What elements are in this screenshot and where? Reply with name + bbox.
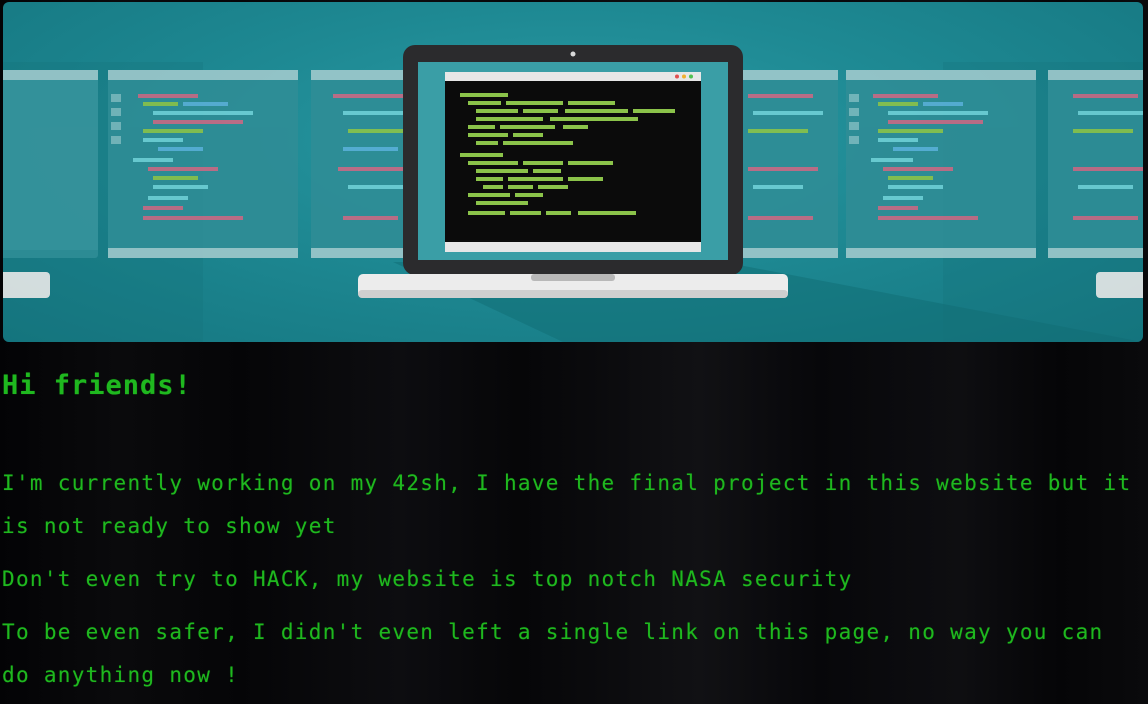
hero-banner: [3, 2, 1143, 342]
background-window-1: [108, 70, 298, 258]
paragraph-security: Don't even try to HACK, my website is to…: [2, 567, 853, 591]
paragraph-no-links: To be even safer, I didn't even left a s…: [2, 620, 1104, 687]
background-window-4: [846, 70, 1036, 258]
paragraph-work-in-progress: I'm currently working on my 42sh, I have…: [2, 471, 1132, 538]
page-heading: Hi friends!: [2, 370, 192, 401]
hero-illustration: [3, 45, 1143, 342]
laptop-illustration: [358, 45, 788, 298]
